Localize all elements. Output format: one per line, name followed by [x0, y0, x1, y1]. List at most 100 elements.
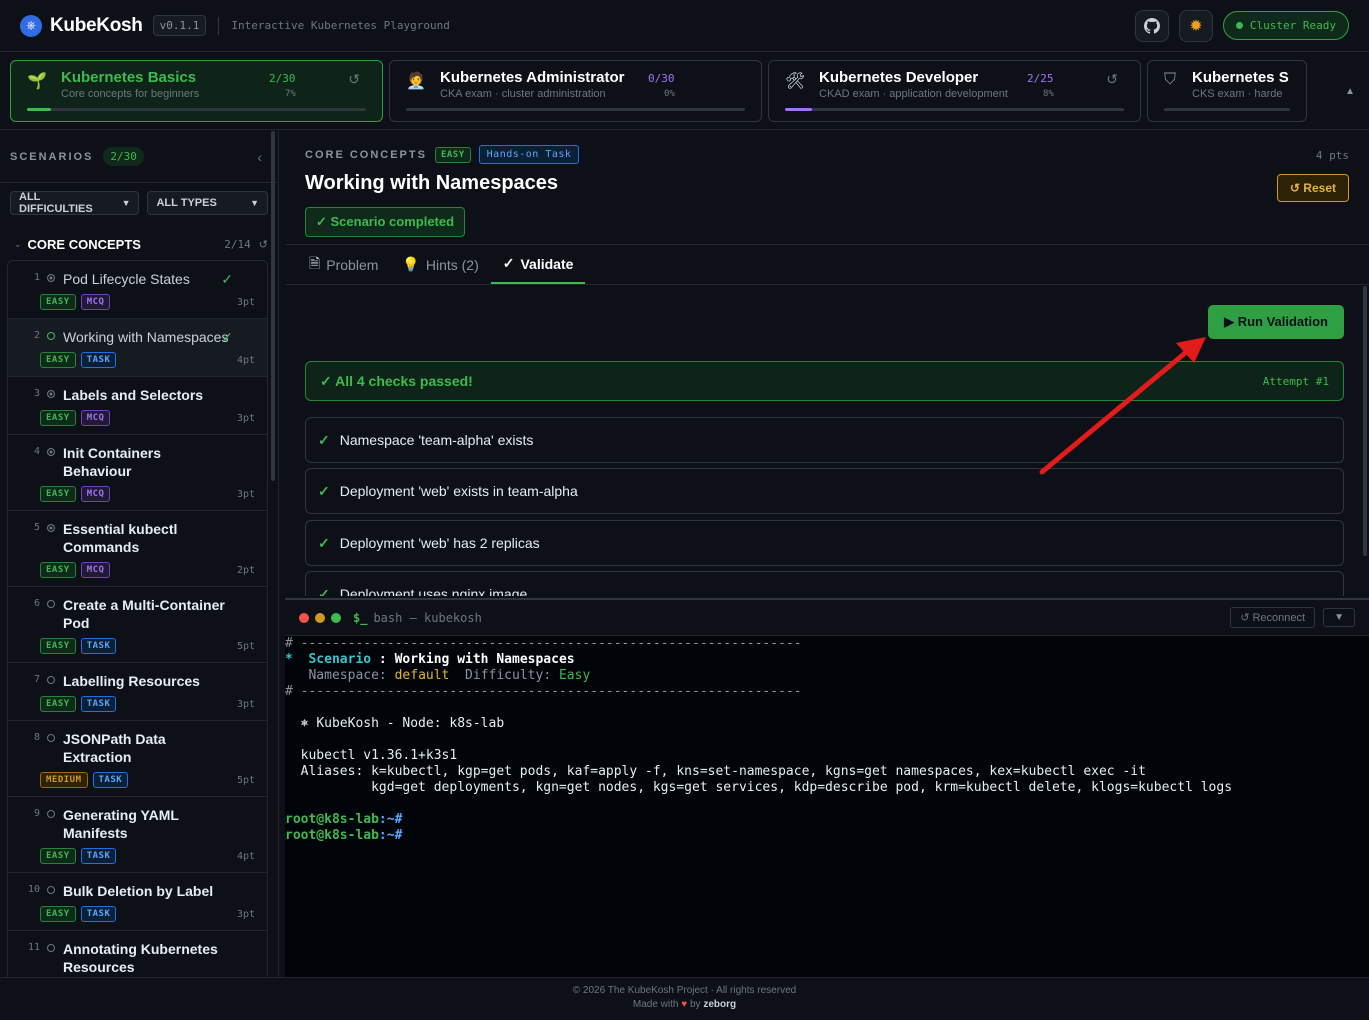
difficulty-badge: EASY — [40, 486, 76, 502]
reconnect-button[interactable]: ↺ Reconnect — [1230, 607, 1316, 628]
scenario-list-item[interactable]: 4 Init Containers Behaviour EASY MCQ 3pt — [8, 435, 267, 511]
tab-hints[interactable]: 💡 Hints (2) — [390, 245, 490, 284]
main-scrollbar[interactable] — [1363, 286, 1367, 556]
check-icon: ✓ — [318, 585, 330, 597]
author-link[interactable]: zeborg — [703, 999, 736, 1010]
scenario-title: Bulk Deletion by Label — [63, 883, 214, 899]
track-progress-fill — [785, 108, 813, 111]
heart-icon: ♥ — [681, 999, 688, 1010]
check-icon: ✓ — [221, 271, 233, 287]
type-badge: TASK — [80, 848, 117, 864]
namespace-key: Namespace: — [308, 668, 387, 683]
track-card-developer[interactable]: 🛠 Kubernetes Developer CKAD exam · appli… — [768, 60, 1141, 122]
scenario-list-item[interactable]: 2 Working with Namespaces ✓ EASY TASK 4pt — [8, 319, 267, 377]
chevron-down-icon: ▼ — [250, 198, 259, 208]
difficulty-badge: EASY — [40, 352, 76, 368]
cluster-status-badge[interactable]: Cluster Ready — [1222, 11, 1349, 40]
shield-icon: ⛉ — [1164, 71, 1177, 88]
scenario-list-item[interactable]: 8 JSONPath Data Extraction MEDIUM TASK 5pt — [8, 721, 267, 797]
scenario-points: 3pt — [236, 489, 255, 500]
brand-name[interactable]: KubeKosh — [50, 15, 143, 37]
terminal-panel[interactable]: $_ bash — kubekosh ↺ Reconnect ▼ # ------… — [285, 598, 1369, 977]
terminal-line: Aliases: k=kubectl, kgp=get pods, kaf=ap… — [285, 764, 1369, 780]
scenario-title: Generating YAML Manifests — [63, 807, 179, 841]
scenario-list-item[interactable]: 10 Bulk Deletion by Label EASY TASK 3pt — [8, 873, 267, 931]
collapse-sidebar-icon[interactable]: ‹ — [257, 149, 268, 165]
terminal-line: Namespace: default Difficulty: Easy — [285, 668, 1369, 684]
track-progress-bar — [406, 108, 745, 111]
section-header-core-concepts[interactable]: ⌄ CORE CONCEPTS 2/14 ↺ — [0, 223, 278, 260]
scenario-list-item[interactable]: 3 Labels and Selectors EASY MCQ 3pt — [8, 377, 267, 435]
reset-icon[interactable]: ↺ — [1106, 71, 1118, 88]
scenario-number: 6 — [33, 598, 40, 609]
track-subtitle: CKS exam · harde — [1192, 88, 1283, 100]
scenario-tags: EASY MCQ — [40, 294, 255, 310]
sidebar-count-badge: 2/30 — [103, 147, 144, 166]
scenario-points: 3pt — [236, 413, 255, 424]
track-card-administrator[interactable]: 🧑‍💼 Kubernetes Administrator CKA exam · … — [389, 60, 762, 122]
scenario-number: 10 — [28, 884, 41, 895]
scenario-title: Create a Multi-Container Pod — [63, 597, 225, 631]
difficulty-filter-select[interactable]: ALL DIFFICULTIES ▼ — [10, 191, 140, 215]
track-percent: 7% — [285, 89, 296, 99]
by-text: by — [689, 999, 701, 1010]
reset-button[interactable]: ↺ Reset — [1276, 174, 1349, 202]
terminal-line: kubectl v1.36.1+k3s1 — [285, 748, 1369, 764]
type-badge: TASK — [80, 696, 117, 712]
minimize-dot-icon — [315, 612, 325, 623]
scenario-list-item[interactable]: 11Annotating Kubernetes ResourcesEASYTAS… — [8, 931, 267, 977]
chevron-up-icon[interactable]: ▲ — [1345, 86, 1355, 97]
track-selector: 🌱 Kubernetes Basics Core concepts for be… — [0, 52, 1369, 130]
scenario-list-item[interactable]: 9 Generating YAML Manifests EASY TASK 4pt — [8, 797, 267, 873]
scenario-completed-badge: ✓ Scenario completed — [305, 207, 466, 237]
terminal-prompt: root@k8s-lab:~# — [285, 828, 1369, 844]
track-title: Kubernetes S — [1192, 69, 1289, 86]
sidebar-scrollbar[interactable] — [271, 131, 275, 481]
version-badge: v0.1.1 — [152, 15, 207, 36]
type-badge: MCQ — [80, 562, 111, 578]
track-card-basics[interactable]: 🌱 Kubernetes Basics Core concepts for be… — [10, 60, 383, 122]
difficulty-badge: EASY — [40, 848, 76, 864]
scenario-list-item[interactable]: 7 Labelling Resources EASY TASK 3pt — [8, 663, 267, 721]
github-button[interactable] — [1134, 9, 1169, 42]
terminal-title-text: bash — kubekosh — [373, 610, 482, 625]
difficulty-key: Difficulty: — [465, 668, 552, 683]
terminal-line: ⎈ KubeKosh - Node: k8s-lab — [285, 716, 505, 731]
scenario-sidebar: SCENARIOS 2/30 ‹ ALL DIFFICULTIES ▼ ALL … — [0, 131, 279, 977]
shell-prompt-icon: $_ — [353, 610, 368, 625]
circle-dot-icon — [47, 734, 55, 742]
check-text: Deployment 'web' exists in team-alpha — [339, 483, 578, 499]
run-validation-button[interactable]: ▶ Run Validation — [1208, 305, 1344, 339]
scenario-value: Working with Namespaces — [394, 652, 575, 667]
reset-icon[interactable]: ↺ — [348, 71, 360, 88]
track-card-security[interactable]: ⛉ Kubernetes S CKS exam · harde — [1147, 60, 1307, 122]
admin-icon: 🧑‍💼 — [406, 73, 426, 90]
terminal-menu-button[interactable]: ▼ — [1323, 608, 1355, 627]
scenario-header: CORE CONCEPTS EASY Hands-on Task Working… — [285, 131, 1369, 245]
type-filter-select[interactable]: ALL TYPES ▼ — [147, 191, 268, 215]
scenario-number: 3 — [33, 388, 40, 399]
theme-toggle-button[interactable]: ✹ — [1178, 9, 1213, 42]
terminal-output[interactable]: # --------------------------------------… — [285, 636, 1369, 844]
copyright-text: © 2026 The KubeKosh Project · All rights… — [572, 985, 797, 996]
difficulty-badge: EASY — [40, 696, 76, 712]
scenario-list-item[interactable]: 6 Create a Multi-Container Pod EASY TASK 5pt — [8, 587, 267, 663]
scenario-points: 4pt — [236, 355, 255, 366]
tab-validate[interactable]: ✓ Validate — [490, 245, 586, 284]
filter-bar: ALL DIFFICULTIES ▼ ALL TYPES ▼ — [0, 183, 278, 223]
tab-problem[interactable]: 🗎 Problem — [297, 245, 390, 284]
scenario-list: 1 Pod Lifecycle States ✓ EASY MCQ 3pt 2 Working… — [7, 260, 268, 977]
tab-label: Hints (2) — [425, 256, 479, 273]
check-result-row: ✓ Namespace 'team-alpha' exists — [305, 417, 1344, 463]
chevron-down-icon: ▼ — [121, 198, 131, 208]
check-icon: ✓ — [318, 482, 330, 499]
scenario-points: 4 pts — [1315, 149, 1349, 162]
radio-dot-icon — [47, 390, 55, 398]
reset-icon[interactable]: ↺ — [259, 238, 268, 251]
scenario-tags: EASY TASK — [40, 696, 255, 712]
track-progress-bar — [785, 108, 1124, 111]
track-title: Kubernetes Basics — [61, 69, 197, 86]
scenario-list-item[interactable]: 5 Essential kubectl Commands EASY MCQ 2pt — [8, 511, 267, 587]
check-result-row: ✓ Deployment uses nginx image — [305, 571, 1344, 596]
scenario-list-item[interactable]: 1 Pod Lifecycle States ✓ EASY MCQ 3pt — [8, 261, 267, 319]
